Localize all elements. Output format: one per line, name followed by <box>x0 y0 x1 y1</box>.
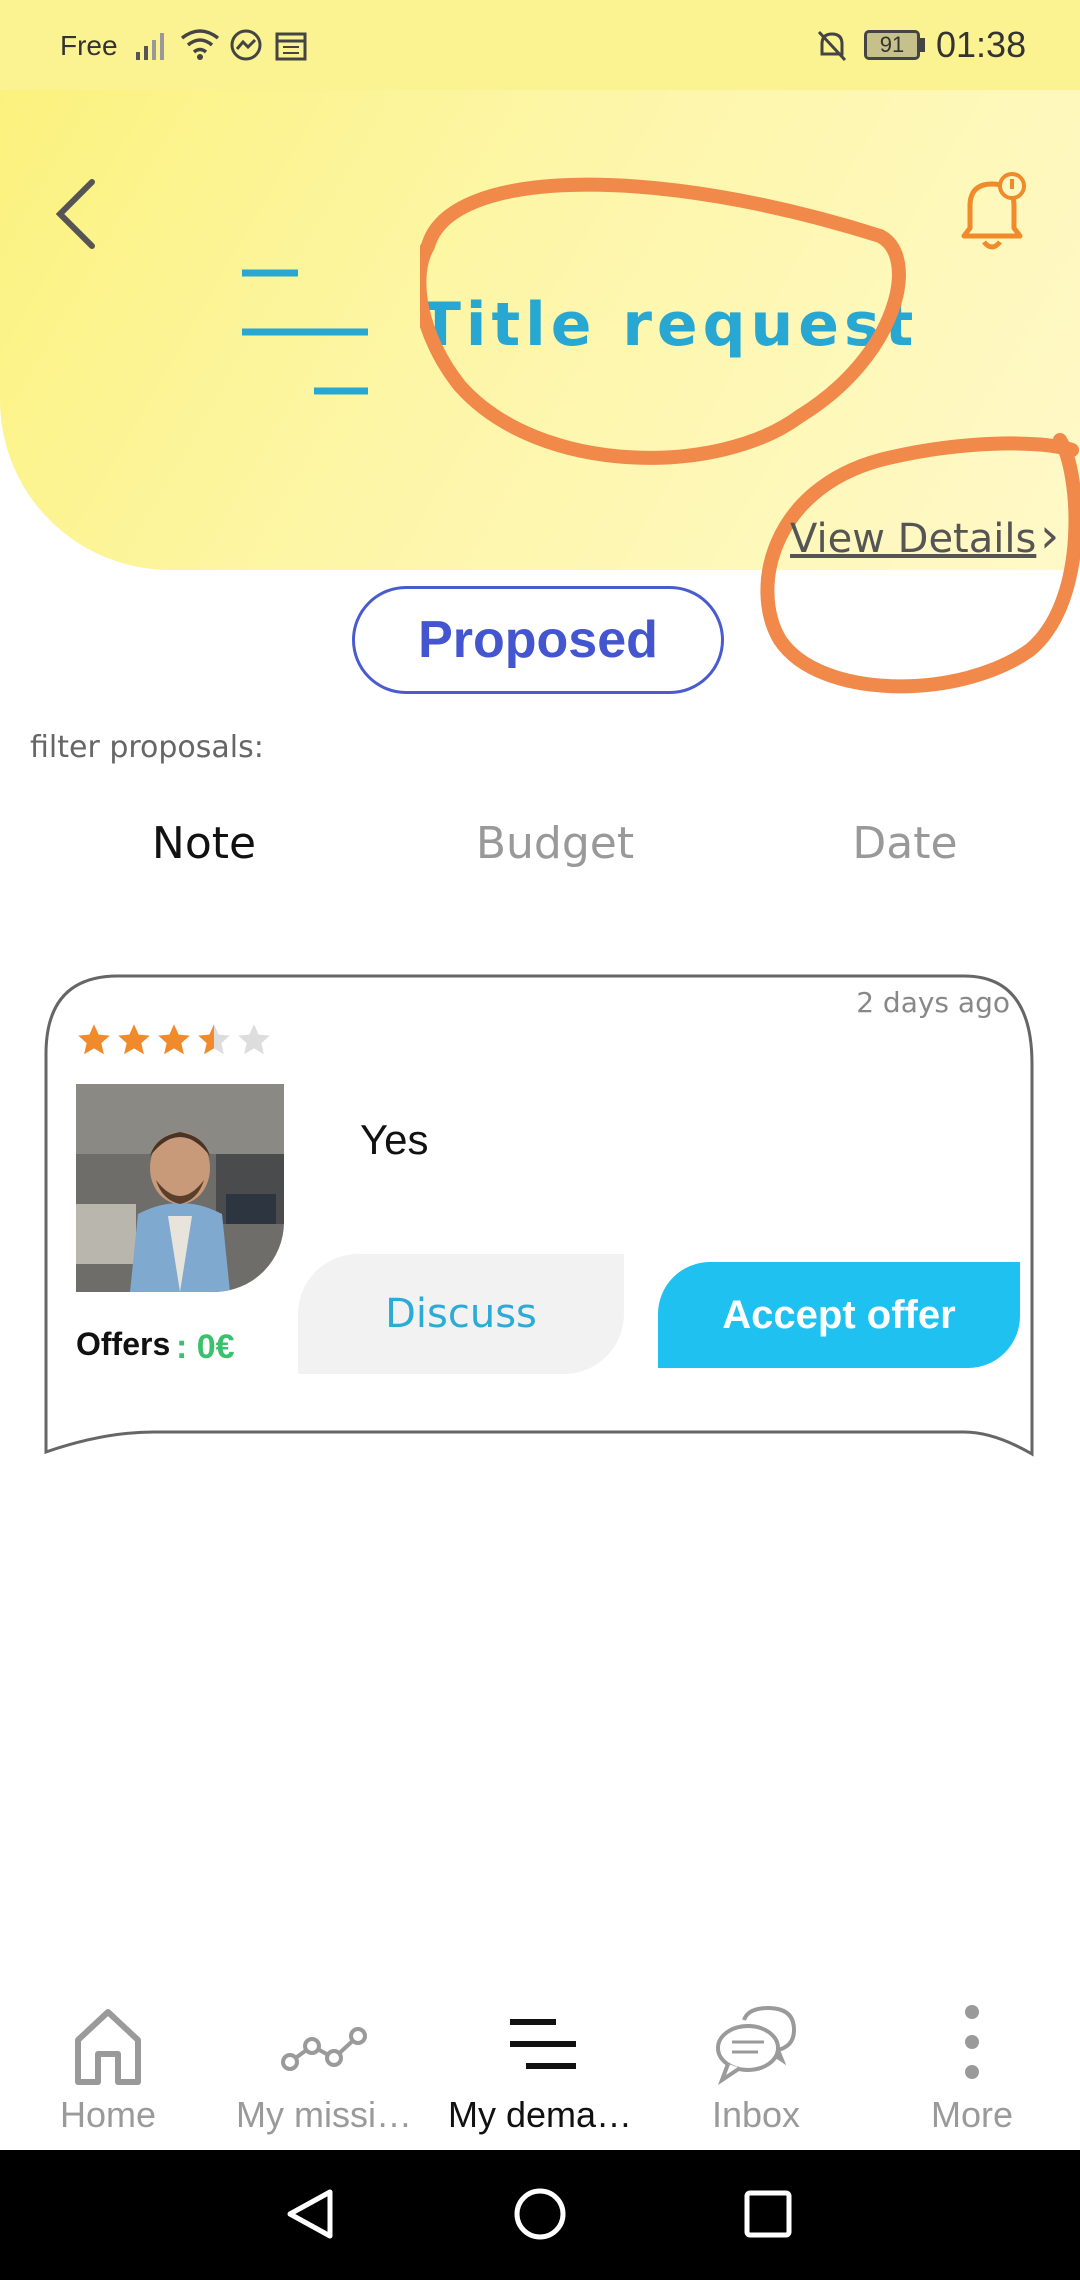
nav-more[interactable]: More <box>864 1980 1080 2150</box>
nav-label-more: More <box>930 2094 1014 2135</box>
signal-icon <box>136 33 164 60</box>
star-full-icon <box>118 1024 150 1055</box>
star-half-icon <box>198 1024 230 1055</box>
calendar-icon <box>275 32 307 61</box>
messenger-icon <box>230 29 262 61</box>
annotation-circle-details <box>760 433 1080 694</box>
chat-bubbles-icon <box>716 2005 797 2086</box>
filter-tab-note[interactable]: Note <box>54 818 354 869</box>
filter-tab-budget[interactable]: Budget <box>405 818 705 869</box>
star-full-icon <box>78 1024 110 1055</box>
battery-tip <box>920 38 925 52</box>
view-details-link[interactable]: View Details <box>790 516 1036 562</box>
proposal-time: 2 days ago <box>856 986 1010 1019</box>
star-full-icon <box>158 1024 190 1055</box>
carrier-label: Free <box>60 30 118 61</box>
status-bar: Free 91 01:38 <box>0 0 1080 90</box>
home-circle-icon[interactable] <box>512 2186 568 2242</box>
system-navigation-bar <box>0 2150 1080 2280</box>
status-badge: Proposed <box>352 586 724 694</box>
back-triangle-icon[interactable] <box>282 2186 338 2242</box>
star-empty-icon <box>238 1024 270 1055</box>
nav-label-inbox: Inbox <box>711 2094 801 2135</box>
bottom-nav: Home My missi… My dema… Inbox More <box>0 1980 1080 2150</box>
back-icon[interactable] <box>50 176 100 252</box>
recents-square-icon[interactable] <box>742 2188 794 2240</box>
discuss-button[interactable]: Discuss <box>298 1254 624 1374</box>
requests-menu-icon <box>510 2019 576 2069</box>
accept-offer-button[interactable]: Accept offer <box>658 1262 1020 1368</box>
proposal-message: Yes <box>360 1116 429 1163</box>
bell-icon[interactable] <box>954 164 1032 256</box>
more-vertical-icon <box>965 2005 979 2079</box>
nav-requests[interactable]: My dema… <box>432 1980 648 2150</box>
rating-stars <box>76 1022 272 1058</box>
offers-label: Offers <box>76 1326 171 1362</box>
view-details-chevron: › <box>1040 508 1060 564</box>
avatar[interactable] <box>76 1084 284 1292</box>
offers-value: : 0€ <box>176 1328 235 1366</box>
missions-graph-icon <box>281 2027 367 2071</box>
nav-label-requests: My dema… <box>447 2094 633 2135</box>
wifi-icon <box>180 29 220 60</box>
filter-label: filter proposals: <box>30 730 264 765</box>
filter-tab-date[interactable]: Date <box>755 818 1055 869</box>
clock: 01:38 <box>936 24 1027 65</box>
nav-missions[interactable]: My missi… <box>216 1980 432 2150</box>
battery-indicator: 91 <box>864 30 920 60</box>
nav-inbox[interactable]: Inbox <box>648 1980 864 2150</box>
nav-home[interactable]: Home <box>0 1980 216 2150</box>
menu-lines-icon <box>242 269 368 395</box>
avatar-photo <box>76 1084 284 1292</box>
home-icon <box>75 2009 141 2085</box>
nav-label-home: Home <box>59 2094 157 2135</box>
mute-bell-icon <box>817 30 847 62</box>
nav-label-missions: My missi… <box>236 2094 412 2135</box>
battery-level: 91 <box>879 32 905 57</box>
